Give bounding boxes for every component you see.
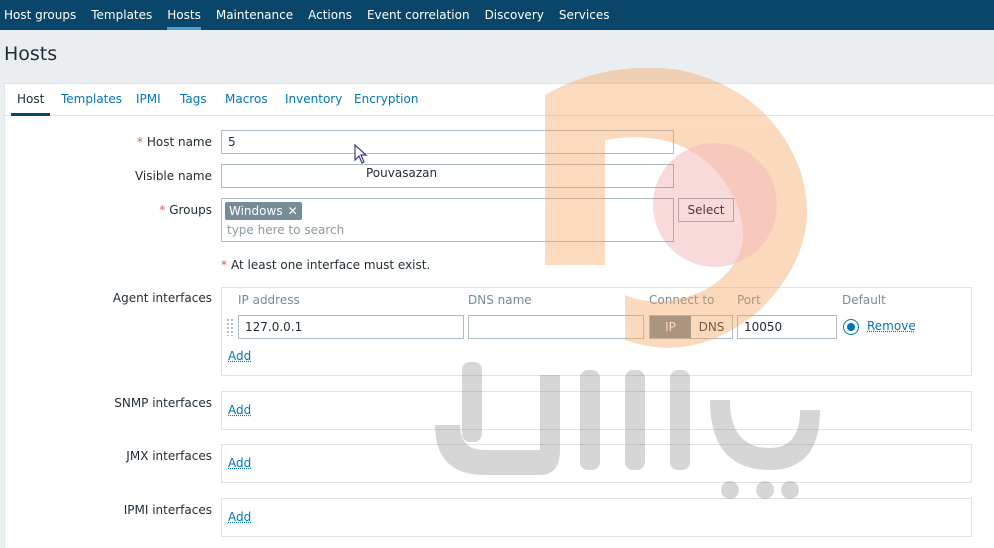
tab-encryption[interactable]: Encryption	[354, 84, 418, 116]
visible-name-input[interactable]	[221, 164, 674, 188]
required-marker: *	[221, 258, 227, 272]
required-marker: *	[159, 203, 166, 217]
host-name-label: * Host name	[136, 135, 212, 149]
remove-chip-icon[interactable]: ✕	[288, 202, 298, 220]
default-radio[interactable]	[843, 319, 859, 335]
connect-dns-button[interactable]: DNS	[691, 316, 732, 338]
add-jmx-interface-link[interactable]: Add	[228, 456, 251, 470]
page-title: Hosts	[4, 43, 58, 65]
tab-host[interactable]: Host	[11, 84, 51, 116]
host-form: Host Templates IPMI Tags Macros Inventor…	[4, 83, 994, 548]
connect-to-toggle: IP DNS	[649, 315, 733, 339]
nav-host-groups[interactable]: Host groups	[0, 0, 86, 30]
drag-handle-icon[interactable]	[226, 318, 234, 336]
header-default: Default	[842, 293, 886, 307]
ipmi-interfaces-box: Add	[221, 498, 972, 537]
header-ip-address: IP address	[238, 293, 300, 307]
mouse-cursor-icon	[354, 144, 368, 164]
tab-macros[interactable]: Macros	[225, 84, 268, 116]
tab-templates[interactable]: Templates	[61, 84, 122, 116]
jmx-interfaces-box: Add	[221, 444, 972, 483]
top-navigation: Host groups Templates Hosts Maintenance …	[0, 0, 994, 30]
group-chip-label: Windows	[229, 204, 283, 218]
interface-warning: * At least one interface must exist.	[221, 258, 431, 272]
nav-maintenance[interactable]: Maintenance	[211, 0, 303, 30]
jmx-interfaces-label: JMX interfaces	[126, 449, 212, 463]
nav-services[interactable]: Services	[554, 0, 620, 30]
nav-templates[interactable]: Templates	[86, 0, 162, 30]
nav-hosts[interactable]: Hosts	[162, 0, 211, 30]
connect-ip-button[interactable]: IP	[650, 316, 691, 338]
group-chip: Windows ✕	[225, 202, 302, 220]
snmp-interfaces-label: SNMP interfaces	[114, 396, 212, 410]
agent-interfaces-label: Agent interfaces	[112, 291, 212, 305]
ip-address-input[interactable]: 127.0.0.1	[238, 315, 464, 339]
groups-label: * Groups	[159, 203, 212, 217]
tab-inventory[interactable]: Inventory	[285, 84, 342, 116]
add-agent-interface-link[interactable]: Add	[228, 349, 251, 363]
add-ipmi-interface-link[interactable]: Add	[228, 510, 251, 524]
visible-name-label: Visible name	[134, 169, 212, 183]
groups-multiselect[interactable]: Windows ✕ type here to search	[221, 198, 674, 242]
header-port: Port	[737, 293, 761, 307]
add-snmp-interface-link[interactable]: Add	[228, 403, 251, 417]
tab-tags[interactable]: Tags	[180, 84, 207, 116]
agent-interfaces-box: IP address DNS name Connect to Port Defa…	[221, 287, 972, 376]
groups-search-input[interactable]: type here to search	[227, 223, 344, 237]
select-groups-button[interactable]: Select	[678, 198, 734, 222]
tab-ipmi[interactable]: IPMI	[136, 84, 161, 116]
nav-discovery[interactable]: Discovery	[480, 0, 554, 30]
nav-actions[interactable]: Actions	[303, 0, 362, 30]
required-marker: *	[136, 135, 143, 149]
port-input[interactable]: 10050	[737, 315, 837, 339]
remove-interface-link[interactable]: Remove	[867, 319, 916, 333]
header-connect-to: Connect to	[649, 293, 715, 307]
dns-name-input[interactable]	[468, 315, 644, 339]
snmp-interfaces-box: Add	[221, 391, 972, 430]
header-dns-name: DNS name	[468, 293, 532, 307]
form-tabs: Host Templates IPMI Tags Macros Inventor…	[5, 84, 994, 116]
host-name-input[interactable]: 5	[221, 130, 674, 154]
ipmi-interfaces-label: IPMI interfaces	[123, 503, 212, 517]
nav-event-correlation[interactable]: Event correlation	[362, 0, 480, 30]
